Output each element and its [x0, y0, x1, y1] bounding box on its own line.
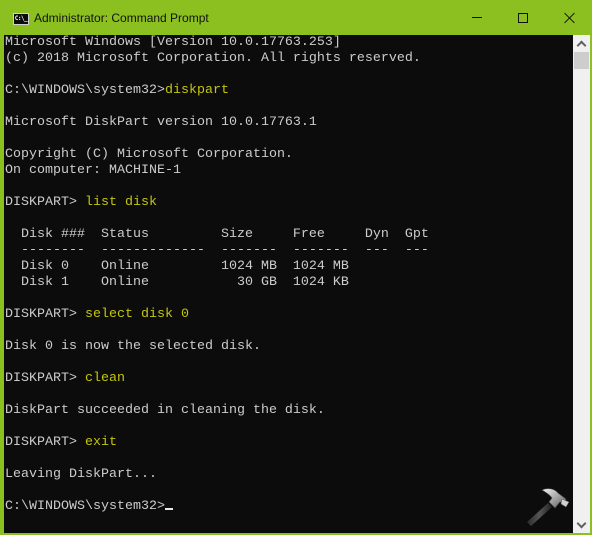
- chevron-up-icon: [576, 40, 587, 50]
- cmd-app-icon[interactable]: C:\_: [13, 13, 29, 25]
- console-lines: Microsoft Windows [Version 10.0.17763.25…: [5, 35, 429, 515]
- close-icon: [563, 12, 575, 24]
- text-cursor: [164, 508, 173, 510]
- output-line: Leaving DiskPart...: [5, 467, 157, 482]
- command-line: C:\WINDOWS\system32>diskpart: [5, 83, 429, 99]
- command-text: list disk: [84, 195, 157, 210]
- output-line: (c) 2018 Microsoft Corporation. All righ…: [5, 51, 421, 66]
- command-text: diskpart: [164, 83, 229, 98]
- scroll-up-button[interactable]: [573, 35, 590, 52]
- minimize-button[interactable]: [454, 0, 500, 35]
- close-button[interactable]: [546, 0, 592, 35]
- prompt: DISKPART>: [5, 371, 85, 386]
- window-title: Administrator: Command Prompt: [34, 11, 209, 25]
- output-line: Copyright (C) Microsoft Corporation.: [5, 147, 293, 162]
- command-line: DISKPART> exit: [5, 435, 429, 451]
- prompt: DISKPART>: [5, 435, 85, 450]
- prompt: C:\WINDOWS\system32>: [5, 499, 165, 514]
- minimize-icon: [472, 17, 482, 18]
- output-line: Microsoft Windows [Version 10.0.17763.25…: [5, 35, 341, 50]
- vertical-scrollbar[interactable]: [573, 35, 590, 533]
- hammer-handle: [527, 503, 552, 526]
- command-line: DISKPART> list disk: [5, 195, 429, 211]
- output-line: Disk ### Status Size Free Dyn Gpt: [5, 227, 429, 242]
- scrollbar-thumb[interactable]: [574, 52, 589, 69]
- output-line: Disk 0 is now the selected disk.: [5, 339, 261, 354]
- command-line: C:\WINDOWS\system32>: [5, 499, 429, 515]
- maximize-icon: [518, 12, 528, 23]
- hammer-icon: [527, 488, 570, 526]
- command-line: DISKPART> select disk 0: [5, 307, 429, 323]
- command-line: DISKPART> clean: [5, 371, 429, 387]
- output-line: On computer: MACHINE-1: [5, 163, 181, 178]
- output-line: Microsoft DiskPart version 10.0.17763.1: [5, 115, 317, 130]
- command-prompt-window: C:\_ Administrator: Command Prompt Micro…: [0, 0, 592, 535]
- output-line: Disk 1 Online 30 GB 1024 KB: [5, 275, 349, 290]
- maximize-button[interactable]: [500, 0, 546, 35]
- console-output[interactable]: Microsoft Windows [Version 10.0.17763.25…: [4, 35, 573, 533]
- prompt: DISKPART>: [5, 307, 85, 322]
- output-line: -------- ------------- ------- ------- -…: [5, 243, 429, 258]
- title-bar[interactable]: C:\_ Administrator: Command Prompt: [0, 0, 592, 35]
- command-text: exit: [84, 435, 117, 450]
- prompt: C:\WINDOWS\system32>: [5, 83, 165, 98]
- command-text: clean: [84, 371, 125, 386]
- prompt: DISKPART>: [5, 195, 85, 210]
- output-line: DiskPart succeeded in cleaning the disk.: [5, 403, 325, 418]
- command-text: select disk 0: [84, 307, 189, 322]
- scroll-down-button[interactable]: [573, 516, 590, 533]
- output-line: Disk 0 Online 1024 MB 1024 MB: [5, 259, 349, 274]
- chevron-down-icon: [576, 518, 587, 528]
